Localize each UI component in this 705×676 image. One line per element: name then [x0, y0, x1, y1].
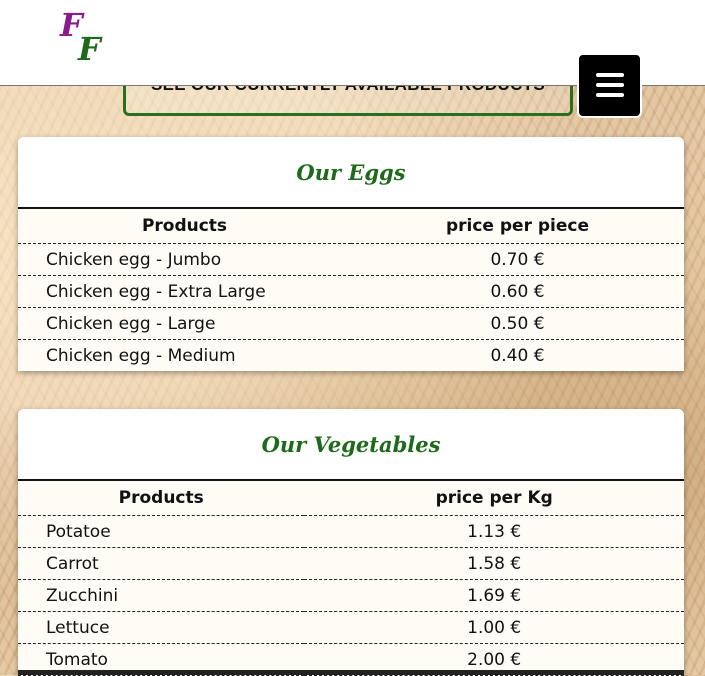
column-header-products: Products [118, 488, 204, 508]
product-price: 0.50 € [490, 313, 545, 334]
table-bottom-border [18, 670, 684, 675]
product-name: Potatoe [46, 521, 111, 542]
column-header-price: price per piece [445, 216, 590, 236]
product-name: Chicken egg - Extra Large [46, 281, 266, 302]
svg-text:F: F [77, 30, 103, 66]
table-row: Carrot 1.58 € [18, 548, 684, 580]
table-row: Chicken egg - Extra Large 0.60 € [18, 276, 684, 308]
product-price: 0.70 € [490, 249, 545, 270]
product-name: Chicken egg - Jumbo [46, 249, 222, 270]
vegetables-price-table: Products price per Kg Potatoe 1.13 € Car… [18, 481, 684, 676]
eggs-card: Our Eggs Products price per piece Chicke… [18, 137, 684, 371]
column-header-price: price per Kg [435, 488, 553, 508]
product-name: Chicken egg - Large [46, 313, 216, 334]
eggs-title: Our Eggs [296, 159, 406, 185]
vegetables-card-header: Our Vegetables [18, 409, 684, 481]
product-price: 1.58 € [467, 553, 522, 574]
product-price: 1.13 € [467, 521, 522, 542]
hamburger-icon [596, 73, 624, 77]
site-logo[interactable]: F F [58, 8, 114, 66]
vegetables-title: Our Vegetables [261, 431, 441, 457]
table-row: Lettuce 1.00 € [18, 612, 684, 644]
hamburger-menu-button[interactable] [577, 53, 642, 118]
product-price: 1.00 € [467, 617, 522, 638]
column-header-products: Products [141, 216, 228, 236]
eggs-card-header: Our Eggs [18, 137, 684, 209]
product-price: 1.69 € [467, 585, 522, 606]
table-row: Zucchini 1.69 € [18, 580, 684, 612]
vegetables-card: Our Vegetables Products price per Kg Pot… [18, 409, 684, 676]
table-row: Chicken egg - Medium 0.40 € [18, 340, 684, 372]
table-header-row: Products price per Kg [18, 481, 684, 516]
product-price: 0.60 € [490, 281, 545, 302]
table-header-row: Products price per piece [18, 209, 684, 244]
product-name: Zucchini [46, 585, 119, 606]
table-row: Chicken egg - Jumbo 0.70 € [18, 244, 684, 276]
table-row: Chicken egg - Large 0.50 € [18, 308, 684, 340]
table-row: Potatoe 1.13 € [18, 516, 684, 548]
eggs-price-table: Products price per piece Chicken egg - J… [18, 209, 684, 371]
product-name: Chicken egg - Medium [46, 345, 236, 366]
product-name: Carrot [46, 553, 99, 574]
product-name: Lettuce [46, 617, 110, 638]
product-price: 0.40 € [490, 345, 545, 366]
